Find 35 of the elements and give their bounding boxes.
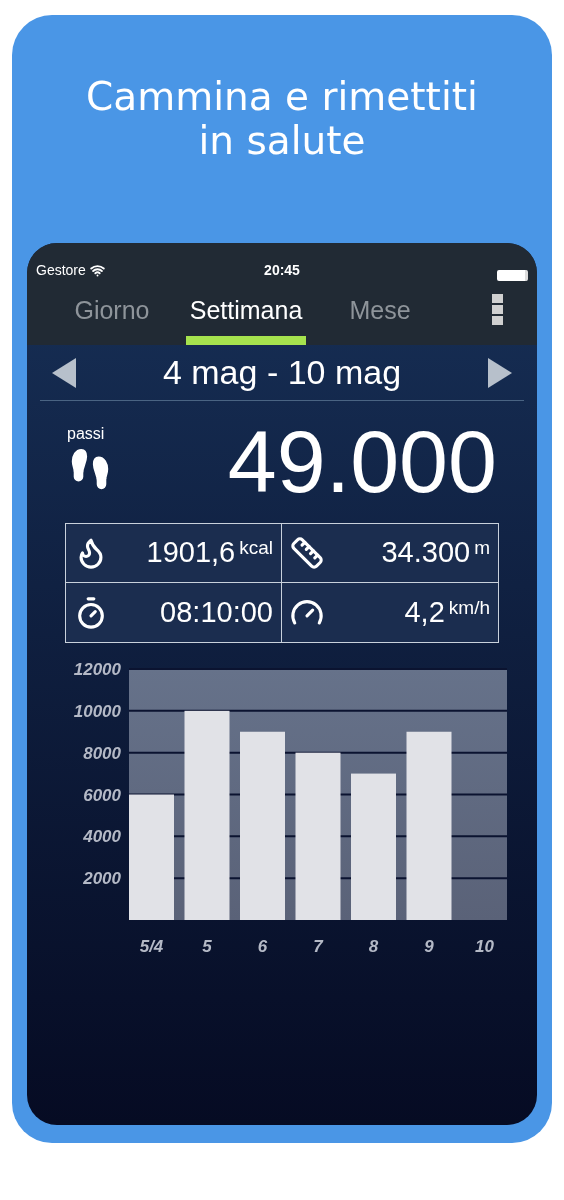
x-tick-label: 7 bbox=[313, 937, 323, 956]
stat-value: 08:10:00 bbox=[160, 594, 273, 630]
x-tick-label: 5/4 bbox=[139, 937, 164, 956]
y-tick-label: 6000 bbox=[83, 785, 121, 805]
clock: 20:45 bbox=[264, 261, 300, 280]
battery-icon bbox=[497, 270, 528, 281]
stat-unit: m bbox=[474, 536, 490, 561]
carrier-label: Gestore bbox=[36, 261, 86, 280]
x-tick-label: 8 bbox=[368, 937, 379, 956]
tab[interactable]: Giorno bbox=[45, 285, 179, 345]
y-tick-label: 8000 bbox=[83, 743, 121, 763]
headline: Cammina e rimettiti in salute bbox=[85, 75, 479, 165]
stat-unit: km/h bbox=[448, 595, 490, 620]
y-tick-label: 12000 bbox=[73, 660, 121, 679]
y-tick-label: 2000 bbox=[83, 869, 121, 889]
stat-value: 4,2 bbox=[404, 594, 445, 630]
steps-label: passi bbox=[67, 424, 105, 444]
previous-arrow-icon[interactable] bbox=[52, 357, 78, 388]
x-tick-label: 5 bbox=[202, 937, 212, 956]
x-tick-label: 6 bbox=[257, 937, 268, 956]
tab[interactable]: Mese bbox=[313, 285, 447, 345]
tab[interactable]: Settimana bbox=[179, 285, 313, 345]
stat-value: 34.300 bbox=[381, 535, 471, 571]
menu-icon[interactable] bbox=[492, 294, 503, 325]
next-arrow-icon[interactable] bbox=[486, 357, 512, 388]
wifi-icon bbox=[89, 263, 105, 278]
date-range: 4 mag - 10 mag bbox=[162, 352, 402, 393]
step-count: 49.000 bbox=[227, 418, 497, 506]
stat-value: 1901,6 bbox=[146, 535, 236, 571]
stat-unit: kcal bbox=[239, 536, 273, 561]
x-tick-label: 9 bbox=[424, 937, 434, 956]
x-tick-label: 10 bbox=[475, 937, 494, 956]
y-tick-label: 4000 bbox=[83, 827, 121, 847]
ruler-icon bbox=[290, 536, 324, 570]
y-tick-label: 10000 bbox=[73, 701, 121, 721]
